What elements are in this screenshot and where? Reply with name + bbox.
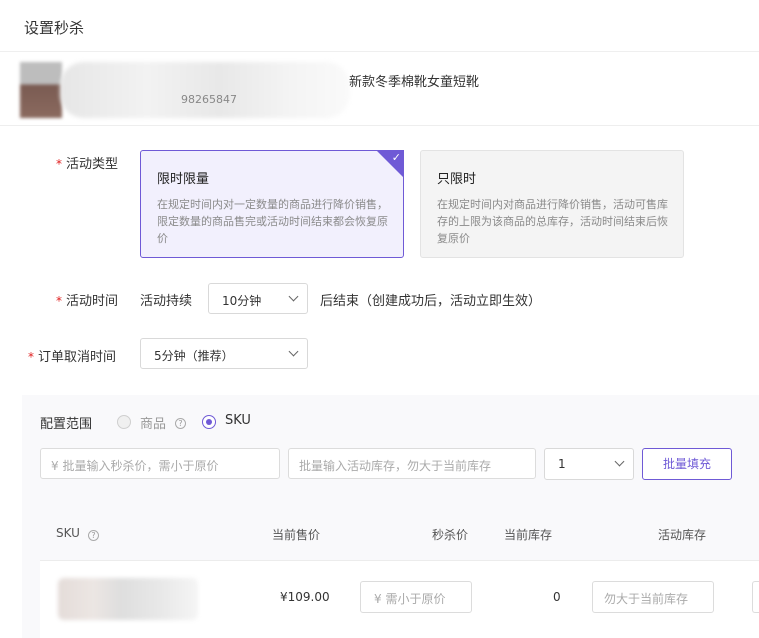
order-cancel-label: * 订单取消时间 <box>28 350 117 365</box>
batch-stock-input[interactable]: 批量输入活动库存，勿大于当前库存 <box>288 448 536 479</box>
card-title: 只限时 <box>437 172 477 187</box>
row-flash-price-input[interactable]: ¥ 需小于原价 <box>360 581 472 613</box>
product-name: 新款冬季棉靴女童短靴 <box>349 75 480 90</box>
order-cancel-select[interactable]: 5分钟（推荐） <box>140 338 308 369</box>
activity-time-label: * 活动时间 <box>56 294 119 309</box>
scope-radio-product[interactable] <box>117 415 131 429</box>
select-value: 5分钟（推荐） <box>154 349 234 363</box>
card-description: 在规定时间内对商品进行降价销售，活动可售库存的上限为该商品的总库存，活动时间结束… <box>437 198 668 245</box>
help-circle-icon[interactable]: ? <box>88 530 99 541</box>
chevron-down-icon <box>288 291 299 302</box>
page-header: 设置秒杀 <box>0 0 759 52</box>
scope-radio-sku[interactable] <box>202 415 216 429</box>
scope-label: 配置范围 <box>40 417 93 432</box>
activity-type-limited-time-only[interactable]: 只限时 在规定时间内对商品进行降价销售，活动可售库存的上限为该商品的总库存，活动… <box>420 150 684 258</box>
help-circle-icon[interactable]: ? <box>175 418 186 429</box>
batch-limit-select[interactable]: 1 <box>544 448 634 480</box>
activity-duration-prefix: 活动持续 <box>140 294 193 309</box>
row-activity-stock-input[interactable]: 勿大于当前库存 <box>592 581 714 613</box>
column-header-flash-price: 秒杀价 <box>432 528 469 542</box>
product-id: 98265847 <box>181 93 237 106</box>
activity-type-limited-time-quantity[interactable]: 限时限量 在规定时间内对一定数量的商品进行降价销售，限定数量的商品售完或活动时间… <box>140 150 404 258</box>
chevron-down-icon <box>614 456 625 467</box>
product-info: 新款冬季棉靴女童短靴 98265847 <box>0 52 759 126</box>
product-thumbnail <box>20 62 62 118</box>
check-icon: ✓ <box>376 150 404 178</box>
input-placeholder: 勿大于当前库存 <box>604 592 689 606</box>
page-title: 设置秒杀 <box>24 19 85 37</box>
select-value: 10分钟 <box>222 294 262 308</box>
required-mark: * <box>28 350 34 364</box>
column-header-activity-stock: 活动库存 <box>658 528 707 542</box>
row-current-stock: 0 <box>553 590 561 604</box>
input-placeholder: ¥ 需小于原价 <box>374 592 446 606</box>
column-header-current-price: 当前售价 <box>272 528 321 542</box>
required-mark: * <box>56 294 62 308</box>
scope-option-sku-label: SKU <box>225 413 251 428</box>
chevron-down-icon <box>288 346 299 357</box>
select-value: 1 <box>558 457 566 471</box>
card-title: 限时限量 <box>157 172 210 187</box>
row-current-price: ¥109.00 <box>280 590 330 604</box>
scope-option-product-label: 商品 <box>140 417 167 432</box>
card-description: 在规定时间内对一定数量的商品进行降价销售，限定数量的商品售完或活动时间结束都会恢… <box>157 198 388 245</box>
activity-type-label: * 活动类型 <box>56 157 119 172</box>
input-placeholder: 批量输入活动库存，勿大于当前库存 <box>299 459 492 473</box>
input-placeholder: ¥ 批量输入秒杀价，需小于原价 <box>51 459 219 473</box>
batch-fill-button[interactable]: 批量填充 <box>642 448 732 480</box>
column-header-sku: SKU <box>56 526 80 540</box>
batch-price-input[interactable]: ¥ 批量输入秒杀价，需小于原价 <box>40 448 280 479</box>
activity-duration-suffix: 后结束（创建成功后，活动立即生效） <box>320 294 542 309</box>
sku-redacted-area <box>58 578 198 620</box>
activity-duration-select[interactable]: 10分钟 <box>208 283 308 314</box>
product-redacted-area <box>60 62 350 118</box>
column-header-current-stock: 当前库存 <box>504 528 553 542</box>
row-limit-input-partial[interactable] <box>752 581 759 613</box>
required-mark: * <box>56 157 62 171</box>
